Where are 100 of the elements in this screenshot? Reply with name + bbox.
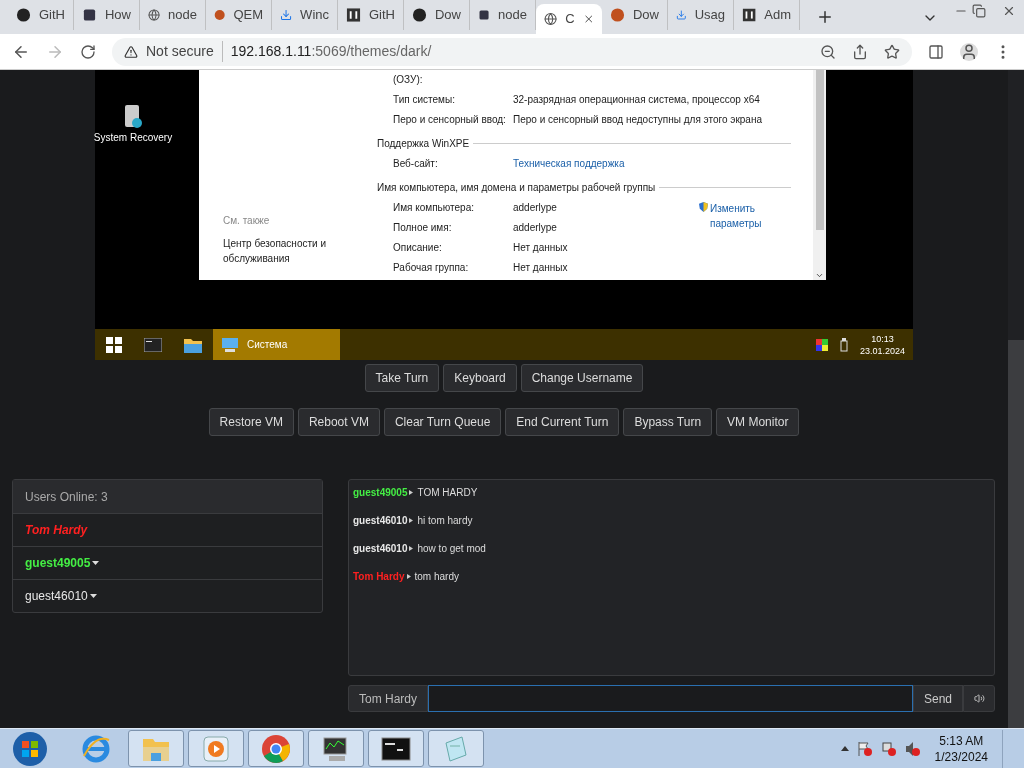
tab-title: QEM — [233, 6, 263, 25]
change-settings-link[interactable]: Изменить параметры — [709, 201, 791, 231]
section-heading: Имя компьютера, имя домена и параметры рабочей группы — [377, 181, 656, 195]
pointer-icon — [409, 490, 414, 495]
control-button[interactable]: End Current Turn — [505, 408, 620, 436]
desktop-icon-label[interactable]: System Recovery — [93, 130, 173, 145]
browser-tab[interactable]: Usag — [668, 0, 734, 30]
tab-title: How — [105, 6, 131, 25]
color-tray-icon — [815, 338, 828, 351]
username: Tom Hardy — [25, 522, 88, 539]
bookmark-icon[interactable] — [884, 43, 900, 60]
zoom-icon[interactable] — [820, 43, 836, 60]
side-panel-icon[interactable] — [928, 43, 944, 60]
clock-date: 23.01.2024 — [859, 344, 905, 357]
taskbar-button[interactable] — [308, 730, 364, 767]
profile-icon[interactable] — [960, 42, 978, 61]
browser-tab[interactable]: node — [140, 0, 206, 30]
property-label: Рабочая группа: — [393, 261, 470, 275]
start-icon[interactable] — [106, 336, 122, 353]
control-button[interactable]: Clear Turn Queue — [383, 408, 502, 436]
security-center-link[interactable]: Центр безопасности и обслуживания — [223, 236, 333, 266]
close-icon[interactable] — [1002, 4, 1016, 18]
message-author: Tom Hardy — [353, 570, 405, 584]
control-button[interactable]: Change Username — [520, 364, 644, 392]
globe-icon — [148, 7, 161, 23]
drive-icon[interactable] — [122, 104, 144, 130]
tab-title: node — [498, 6, 527, 25]
support-link[interactable]: Техническая поддержка — [513, 156, 625, 171]
message-text: tom hardy — [414, 570, 459, 584]
browser-tab[interactable]: Adm — [734, 0, 800, 30]
browser-tab[interactable]: C — [536, 4, 602, 34]
send-button[interactable]: Send — [912, 685, 963, 712]
tab-title: Dow — [435, 6, 461, 25]
property-label: Имя компьютера: — [393, 201, 475, 215]
folder-icon[interactable] — [184, 336, 202, 353]
clock-time: 5:13 AM — [939, 732, 984, 749]
control-button[interactable]: Keyboard — [443, 364, 517, 392]
terminal-icon[interactable] — [144, 337, 162, 352]
username-label: Tom Hardy — [348, 685, 428, 712]
control-button[interactable]: VM Monitor — [716, 408, 800, 436]
tab-title: GitH — [369, 6, 395, 25]
square-icon — [478, 7, 491, 23]
browser-tab[interactable]: How — [74, 0, 140, 30]
user-item[interactable]: guest49005 — [13, 546, 322, 579]
play-icon[interactable] — [203, 735, 229, 762]
security-label: Not secure — [146, 41, 223, 62]
message-author: guest49005 — [353, 486, 408, 500]
show-hidden-icon[interactable] — [840, 746, 849, 751]
window-scrollbar[interactable] — [813, 70, 826, 280]
share-icon[interactable] — [852, 43, 868, 60]
tab-title: Usag — [694, 6, 725, 25]
property-value: Нет данных — [513, 241, 568, 255]
chrome-icon[interactable] — [261, 733, 291, 764]
omnibox[interactable]: Not secure 192.168.1.11:5069/themes/dark/ — [112, 37, 912, 66]
caret-icon[interactable] — [89, 594, 97, 598]
clock-time: 10:13 — [871, 332, 894, 345]
usb-drive-icon — [839, 337, 848, 352]
speaker-muted-icon[interactable] — [904, 740, 921, 757]
speaker-icon — [973, 693, 985, 704]
message-text: TOM HARDY — [417, 486, 478, 500]
control-button[interactable]: Take Turn — [364, 364, 440, 392]
tab-title: node — [168, 6, 197, 25]
property-label: Тип системы: — [393, 93, 456, 107]
property-value: adderlype — [513, 201, 557, 215]
property-label: Веб-сайт: — [393, 157, 439, 171]
browser-tab[interactable]: QEM — [206, 0, 272, 30]
user-item[interactable]: guest46010 — [13, 579, 322, 612]
taskbar-app[interactable]: Система — [213, 329, 340, 360]
page-scrollbar[interactable] — [1008, 70, 1024, 728]
download-icon — [676, 7, 687, 23]
volume-button[interactable] — [963, 685, 995, 712]
ball-icon — [610, 7, 625, 23]
download-icon — [280, 7, 293, 23]
terminal-icon[interactable] — [381, 736, 411, 761]
control-button[interactable]: Reboot VM — [297, 408, 380, 436]
vm-screen[interactable] — [95, 70, 913, 360]
flag-icon[interactable] — [856, 740, 873, 757]
tab-title: Winc — [300, 6, 329, 25]
restore-icon[interactable] — [972, 4, 986, 18]
username: guest46010 — [25, 588, 88, 605]
browser-tab[interactable]: Winc — [272, 0, 338, 30]
scroll-down-icon[interactable] — [815, 271, 824, 280]
browser-tab[interactable]: Dow — [602, 0, 668, 30]
circle-icon — [412, 7, 427, 23]
tab-title: C — [565, 10, 575, 29]
close-icon[interactable] — [582, 12, 594, 26]
start-orb-icon[interactable] — [12, 730, 48, 767]
browser-tab[interactable]: GitH — [338, 0, 404, 30]
network-icon[interactable] — [880, 740, 897, 757]
pointer-icon — [409, 546, 414, 551]
control-button[interactable]: Restore VM — [208, 408, 294, 436]
reload-icon[interactable] — [80, 43, 96, 60]
control-button[interactable]: Bypass Turn — [623, 408, 713, 436]
browser-tab[interactable]: GitH — [8, 0, 74, 30]
user-item[interactable]: Tom Hardy — [13, 513, 322, 546]
new-tab-icon[interactable] — [816, 8, 834, 26]
chat-input[interactable] — [428, 685, 913, 712]
taskbar-button[interactable] — [368, 730, 424, 767]
caret-icon[interactable] — [92, 561, 100, 565]
browser-tab[interactable]: Dow — [404, 0, 470, 30]
